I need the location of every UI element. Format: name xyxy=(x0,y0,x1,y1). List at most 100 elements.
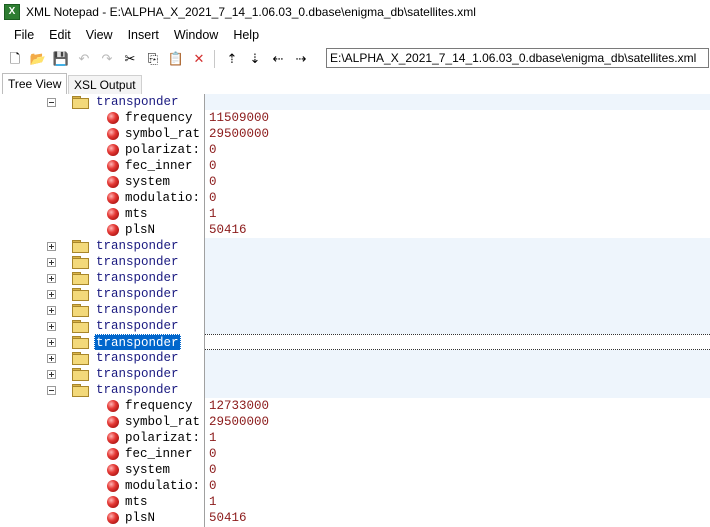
attribute-value[interactable]: 50416 xyxy=(209,222,247,238)
element-name[interactable]: transponder xyxy=(96,270,179,286)
tree-attribute-row[interactable]: mts xyxy=(0,494,204,510)
attribute-value[interactable]: 11509000 xyxy=(209,110,269,126)
value-row[interactable]: 29500000 xyxy=(205,126,710,142)
element-name[interactable]: transponder xyxy=(96,350,179,366)
menu-edit[interactable]: Edit xyxy=(42,24,78,46)
expand-icon[interactable] xyxy=(47,370,56,379)
menu-view[interactable]: View xyxy=(79,24,120,46)
element-name[interactable]: transponder xyxy=(94,334,181,350)
attribute-name[interactable]: system xyxy=(125,462,170,478)
attribute-name[interactable]: system xyxy=(125,174,170,190)
tree-element-row[interactable]: transponder xyxy=(0,254,204,270)
attribute-value[interactable]: 1 xyxy=(209,206,217,222)
value-row[interactable] xyxy=(205,302,710,318)
tree-element-row[interactable]: transponder xyxy=(0,350,204,366)
tree-element-row[interactable]: transponder xyxy=(0,334,204,350)
attribute-name[interactable]: fec_inner xyxy=(125,158,193,174)
tree-attribute-row[interactable]: symbol_rat xyxy=(0,414,204,430)
value-row[interactable] xyxy=(205,334,710,350)
tree-element-row[interactable]: transponder xyxy=(0,238,204,254)
attribute-value[interactable]: 12733000 xyxy=(209,398,269,414)
tree-attribute-row[interactable]: modulatio: xyxy=(0,190,204,206)
attribute-value[interactable]: 0 xyxy=(209,462,217,478)
attribute-value[interactable]: 29500000 xyxy=(209,126,269,142)
undo-icon[interactable]: ↶ xyxy=(75,50,93,68)
expand-icon[interactable] xyxy=(47,354,56,363)
delete-icon[interactable]: ✕ xyxy=(190,50,208,68)
attribute-name[interactable]: mts xyxy=(125,206,148,222)
tab-tree-view[interactable]: Tree View xyxy=(2,73,68,96)
attribute-value[interactable]: 0 xyxy=(209,158,217,174)
element-name[interactable]: transponder xyxy=(96,286,179,302)
value-row[interactable] xyxy=(205,286,710,302)
tree-attribute-row[interactable]: polarizat: xyxy=(0,142,204,158)
copy-icon[interactable]: ⎘ xyxy=(144,50,162,68)
attribute-value[interactable]: 1 xyxy=(209,494,217,510)
element-name[interactable]: transponder xyxy=(96,382,179,398)
attribute-name[interactable]: symbol_rat xyxy=(125,414,200,430)
attribute-name[interactable]: symbol_rat xyxy=(125,126,200,142)
menu-window[interactable]: Window xyxy=(167,24,225,46)
new-file-icon[interactable]: 🗋 xyxy=(6,50,24,68)
menu-insert[interactable]: Insert xyxy=(121,24,166,46)
value-row[interactable] xyxy=(205,94,710,110)
attribute-value[interactable]: 29500000 xyxy=(209,414,269,430)
expand-icon[interactable] xyxy=(47,338,56,347)
attribute-name[interactable]: plsN xyxy=(125,222,155,238)
attribute-value[interactable]: 0 xyxy=(209,190,217,206)
value-row[interactable]: 1 xyxy=(205,430,710,446)
tree-element-row[interactable]: transponder xyxy=(0,270,204,286)
value-row[interactable] xyxy=(205,238,710,254)
tree-attribute-row[interactable]: polarizat: xyxy=(0,430,204,446)
tree-attribute-row[interactable]: symbol_rat xyxy=(0,126,204,142)
attribute-name[interactable]: mts xyxy=(125,494,148,510)
value-row[interactable]: 0 xyxy=(205,174,710,190)
menu-file[interactable]: File xyxy=(7,24,41,46)
value-row[interactable]: 12733000 xyxy=(205,398,710,414)
nudge-left-icon[interactable]: ⇠ xyxy=(269,50,287,68)
save-icon[interactable]: 💾 xyxy=(52,50,70,68)
file-path-field[interactable] xyxy=(326,48,709,68)
tree-attribute-row[interactable]: fec_inner xyxy=(0,446,204,462)
tree-attribute-row[interactable]: system xyxy=(0,462,204,478)
tree-pane[interactable]: transponder frequency symbol_rat polarizat:… xyxy=(0,94,204,527)
collapse-icon[interactable] xyxy=(47,98,56,107)
value-row[interactable]: 0 xyxy=(205,462,710,478)
tree-attribute-row[interactable]: plsN xyxy=(0,510,204,526)
tab-xsl-output[interactable]: XSL Output xyxy=(68,75,142,95)
value-pane[interactable]: 11509000 29500000 0 0 0 0 1 50416 12733000 295000… xyxy=(205,94,710,527)
tree-attribute-row[interactable]: mts xyxy=(0,206,204,222)
value-row[interactable]: 0 xyxy=(205,142,710,158)
attribute-name[interactable]: frequency xyxy=(125,110,193,126)
attribute-name[interactable]: frequency xyxy=(125,398,193,414)
value-row[interactable]: 1 xyxy=(205,206,710,222)
attribute-name[interactable]: polarizat: xyxy=(125,430,200,446)
value-row[interactable] xyxy=(205,270,710,286)
tree-element-row[interactable]: transponder xyxy=(0,318,204,334)
attribute-name[interactable]: fec_inner xyxy=(125,446,193,462)
collapse-icon[interactable] xyxy=(47,386,56,395)
tree-element-row[interactable]: transponder xyxy=(0,94,204,110)
value-row[interactable] xyxy=(205,254,710,270)
redo-icon[interactable]: ↷ xyxy=(98,50,116,68)
expand-icon[interactable] xyxy=(47,322,56,331)
attribute-name[interactable]: modulatio: xyxy=(125,190,200,206)
expand-icon[interactable] xyxy=(47,274,56,283)
value-row[interactable] xyxy=(205,350,710,366)
value-row[interactable] xyxy=(205,318,710,334)
tree-attribute-row[interactable]: modulatio: xyxy=(0,478,204,494)
tree-attribute-row[interactable]: plsN xyxy=(0,222,204,238)
attribute-name[interactable]: modulatio: xyxy=(125,478,200,494)
element-name[interactable]: transponder xyxy=(96,302,179,318)
element-name[interactable]: transponder xyxy=(96,318,179,334)
expand-icon[interactable] xyxy=(47,258,56,267)
tree-element-row[interactable]: transponder xyxy=(0,382,204,398)
element-name[interactable]: transponder xyxy=(96,254,179,270)
tree-element-row[interactable]: transponder xyxy=(0,366,204,382)
value-row[interactable] xyxy=(205,366,710,382)
value-row[interactable]: 1 xyxy=(205,494,710,510)
tree-attribute-row[interactable]: frequency xyxy=(0,398,204,414)
menu-help[interactable]: Help xyxy=(226,24,266,46)
value-row[interactable] xyxy=(205,382,710,398)
value-row[interactable]: 50416 xyxy=(205,510,710,526)
